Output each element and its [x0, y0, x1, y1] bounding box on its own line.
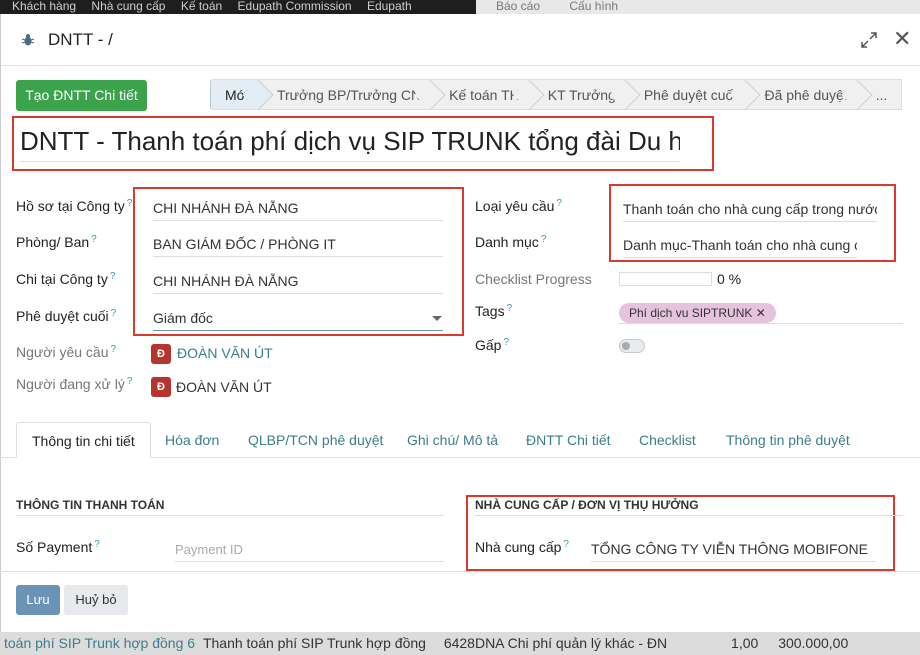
tab-invoices[interactable]: Hóa đơn: [165, 422, 219, 458]
company-field[interactable]: CHI NHÁNH ĐÀ NẴNG: [153, 200, 443, 221]
final-approval-select[interactable]: Giám đốc: [153, 310, 443, 331]
notebook-tabs: Thông tin chi tiết Hóa đơn QLBP/TCN phê …: [0, 422, 920, 458]
checklist-progress-label: Checklist Progress: [475, 271, 592, 287]
menu-reports[interactable]: Báo cáo: [496, 0, 540, 12]
menu-edupath[interactable]: Edupath: [367, 0, 412, 12]
payment-id-input[interactable]: Payment ID: [175, 542, 444, 562]
status-pipeline: Mới Trưởng BP/Trưởng CN Kế toán TH KT Tr…: [210, 79, 903, 110]
menu-config[interactable]: Cấu hình: [569, 0, 618, 12]
payment-number-label: Số Payment?: [16, 539, 100, 555]
expand-icon[interactable]: [861, 32, 877, 48]
chevron-down-icon[interactable]: [432, 316, 442, 321]
handler-name: ĐOÀN VĂN ÚT: [176, 379, 272, 395]
remove-tag-icon[interactable]: ✕: [756, 306, 766, 320]
tab-checklist[interactable]: Checklist: [639, 422, 696, 458]
stage-dept-head[interactable]: Trưởng BP/Trưởng CN: [262, 79, 436, 110]
row-cell-label: Thanh toán phí SIP Trunk hợp đồng: [202, 635, 426, 651]
bug-icon: [21, 34, 35, 46]
avatar: Đ: [151, 344, 171, 364]
avatar: Đ: [151, 377, 171, 397]
tag-chip: Phí dịch vu SIPTRUNK ✕: [619, 303, 776, 323]
vendor-section-title: NHÀ CUNG CẤP / ĐƠN VỊ THỤ HƯỞNG: [475, 498, 699, 512]
urgent-label: Gấp?: [475, 337, 510, 353]
stage-accountant[interactable]: Kế toán TH: [435, 79, 534, 110]
top-menu-right: Báo cáo Cấu hình: [476, 0, 920, 14]
vendor-field[interactable]: TỔNG CÔNG TY VIỄN THÔNG MOBIFONE: [591, 541, 876, 562]
category-field[interactable]: Danh mục-Thanh toán cho nhà cung cấp: [623, 237, 857, 258]
stage-final-approval[interactable]: Phê duyệt cuối: [629, 79, 751, 110]
checklist-progress-value: 0 %: [717, 271, 742, 287]
payment-section-divider: [16, 515, 444, 516]
dialog-header: DNTT - / ✕: [1, 14, 920, 66]
row-cell-quantity: 1,00: [731, 635, 759, 651]
final-approval-label: Phê duyệt cuối?: [16, 308, 117, 324]
department-field[interactable]: BAN GIÁM ĐỐC / PHÒNG IT: [153, 236, 443, 257]
tags-underline: [619, 323, 903, 324]
payment-section-title: THÔNG TIN THANH TOÁN: [16, 498, 165, 512]
company-label: Hồ sơ tại Công ty?: [16, 198, 133, 214]
row-cell-amount: 300.000,00: [778, 635, 849, 651]
category-label: Danh mục?: [475, 234, 547, 250]
urgent-toggle[interactable]: [619, 339, 645, 353]
stage-approved[interactable]: Đã phê duyệt: [750, 79, 862, 110]
handler-label: Người đang xử lý?: [16, 376, 133, 392]
tab-dntt-detail[interactable]: ĐNTT Chi tiết: [526, 422, 611, 458]
tags-label: Tags?: [475, 303, 513, 319]
cancel-button[interactable]: Huỷ bỏ: [64, 585, 128, 615]
menu-vendors[interactable]: Nhà cung cấp: [91, 0, 165, 12]
footer-divider: [0, 571, 920, 572]
request-type-label: Loại yêu cầu?: [475, 198, 562, 214]
paying-company-field[interactable]: CHI NHÁNH ĐÀ NẴNG: [153, 273, 443, 294]
save-button[interactable]: Lưu: [16, 585, 60, 615]
record-title[interactable]: DNTT - Thanh toán phí dịch vụ SIP TRUNK …: [20, 126, 680, 162]
menu-commission[interactable]: Edupath Commission: [238, 0, 352, 12]
vendor-section-divider: [475, 515, 903, 516]
vendor-label: Nhà cung cấp?: [475, 539, 569, 555]
menu-customers[interactable]: Khách hàng: [12, 0, 76, 12]
stage-new[interactable]: Mới: [210, 79, 263, 110]
background-list-row: toán phí SIP Trunk hợp đồng 6 Thanh toán…: [0, 632, 920, 655]
create-dntt-detail-button-face[interactable]: Tạo ĐNTT Chi tiết: [16, 80, 147, 111]
row-cell-account: 6428DNA Chi phí quản lý khác - ĐN: [443, 635, 668, 651]
close-icon[interactable]: ✕: [893, 26, 911, 52]
department-label: Phòng/ Ban?: [16, 234, 97, 250]
tab-details[interactable]: Thông tin chi tiết: [16, 422, 151, 458]
requester-name[interactable]: ĐOÀN VĂN ÚT: [177, 345, 273, 361]
request-type-field[interactable]: Thanh toán cho nhà cung cấp trong nước: [623, 201, 877, 222]
menu-accounting[interactable]: Kế toán: [181, 0, 222, 12]
row-cell-description[interactable]: toán phí SIP Trunk hợp đồng 6: [4, 635, 195, 651]
tab-approval-info[interactable]: Thông tin phê duyệt: [726, 422, 850, 458]
tag-text: Phí dịch vu SIPTRUNK: [629, 306, 753, 320]
requester-label: Người yêu cầu?: [16, 344, 117, 360]
tab-manager-approval[interactable]: QLBP/TCN phê duyệt: [248, 422, 383, 458]
checklist-progress-bar: [619, 272, 712, 286]
background-top-menu: Khách hàng Nhà cung cấp Kế toán Edupath …: [0, 0, 920, 14]
dialog-title: DNTT - /: [48, 30, 113, 49]
tab-notes[interactable]: Ghi chú/ Mô tả: [407, 422, 498, 458]
stage-chief-accountant[interactable]: KT Trưởng: [533, 79, 630, 110]
paying-company-label: Chi tại Công ty?: [16, 271, 116, 287]
